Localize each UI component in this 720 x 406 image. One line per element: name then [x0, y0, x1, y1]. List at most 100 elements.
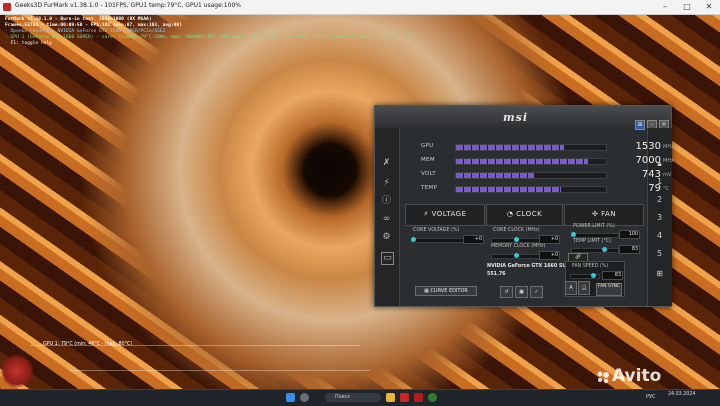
maximize-button[interactable]: □: [676, 0, 698, 14]
profile-3[interactable]: 3: [654, 212, 665, 223]
kombustor-icon[interactable]: ✗: [381, 158, 392, 169]
monitor-icon[interactable]: ▭: [381, 252, 394, 265]
furmark-logo: [0, 354, 34, 388]
monitor-unit: mV: [663, 172, 672, 178]
slider-knob[interactable]: [571, 232, 576, 237]
memory-clock-label: MEMORY CLOCK (MHz): [491, 244, 546, 249]
search-icon[interactable]: [300, 393, 309, 402]
monitor-fill: [456, 173, 534, 178]
left-toolbar: ✗ ⚡ ⓘ ∞ ⚙ ▭: [375, 128, 400, 306]
monitor-fill: [456, 187, 561, 192]
link-icon[interactable]: ∞: [381, 214, 392, 225]
slider-knob[interactable]: [514, 253, 519, 258]
start-icon[interactable]: [286, 393, 295, 402]
voltage-title: ⚡ VOLTAGE: [423, 210, 467, 218]
monitor-fill: [456, 145, 564, 150]
voltage-panel-header: ⚡ VOLTAGE: [405, 204, 485, 226]
monitor-value: 743: [641, 169, 661, 180]
voltage-label: VOLTAGE: [431, 210, 467, 218]
temperature-graph-label: GPU 1: 79°C (min: 46°C - max: 80°C): [43, 342, 133, 347]
monitor-bar: [455, 172, 607, 179]
windows-logo-icon[interactable]: ⊞: [654, 268, 665, 279]
furmark-osd: FurMark v1.38.1.0 - Burn-in test, 1920x1…: [5, 17, 417, 47]
power-limit-slider[interactable]: [571, 232, 619, 238]
save-button[interactable]: ▣: [515, 286, 528, 298]
window-titlebar[interactable]: Geeks3D FurMark v1.38.1.0 - 101FPS, GPU1…: [0, 0, 720, 15]
settings-icon[interactable]: ⚙: [381, 232, 392, 243]
clock-panel-header: ◔ CLOCK: [486, 204, 563, 226]
fan-speed-value[interactable]: 83: [602, 271, 623, 280]
apply-button[interactable]: ✓: [530, 286, 543, 298]
slider-knob[interactable]: [514, 237, 519, 242]
afterburner-taskbar-icon[interactable]: [414, 393, 423, 402]
fan-speed-label: FAN SPEED (%): [572, 264, 609, 269]
slider-knob[interactable]: [411, 237, 416, 242]
monitor-value: 7000: [635, 155, 661, 166]
profile-2[interactable]: 2: [654, 194, 665, 205]
msi-afterburner-window[interactable]: msi ⊞ – ✕ ✗ ⚡ ⓘ ∞ ⚙ ▭ 🔒︎ 1 2 3 4 5 ⊞ GPU 1…: [374, 105, 674, 307]
clock[interactable]: 24.03.2024: [668, 392, 695, 398]
monitor-unit: MHz: [663, 158, 674, 164]
driver-version: 551.76: [487, 272, 506, 277]
monitor-value: 1530: [635, 141, 661, 152]
watermark-text: Avito: [612, 366, 662, 386]
language-indicator[interactable]: РУС: [646, 394, 656, 400]
info-icon[interactable]: ⓘ: [381, 196, 392, 207]
power-limit-value[interactable]: 100: [619, 230, 640, 239]
reset-button[interactable]: ↺: [500, 286, 513, 298]
monitor-label: MEM: [421, 157, 435, 163]
memory-clock-slider[interactable]: [491, 253, 541, 259]
windows-icon[interactable]: ⊞: [635, 120, 645, 130]
profile-5[interactable]: 5: [654, 248, 665, 259]
fan-label: FAN: [601, 210, 616, 218]
curve-editor-label: CURVE EDITOR: [430, 288, 468, 294]
curve-editor-button[interactable]: ▦ CURVE EDITOR: [415, 286, 477, 296]
minimize-button[interactable]: –: [654, 0, 676, 14]
file-explorer-icon[interactable]: [386, 393, 395, 402]
profile-4[interactable]: 4: [654, 230, 665, 241]
search-box[interactable]: Поиск: [325, 393, 381, 402]
app-taskbar-icon[interactable]: [428, 393, 437, 402]
temperature-graph-line: [70, 370, 370, 371]
fan-sync-button[interactable]: FAN SYNC: [596, 283, 622, 296]
date: 24.03.2024: [668, 392, 696, 397]
core-voltage-value[interactable]: +0: [463, 235, 484, 244]
memory-clock-value[interactable]: +0: [539, 251, 560, 260]
furmark-taskbar-icon[interactable]: [400, 393, 409, 402]
gpu-name: NVIDIA GeForce GTX 1660 SUPER: [487, 264, 577, 269]
monitor-bar: [455, 186, 607, 193]
temperature-graph: [30, 345, 360, 391]
furmark-app-icon: [3, 3, 11, 11]
slider-knob[interactable]: [591, 273, 596, 278]
msi-logo: msi: [503, 111, 529, 124]
monitor-bar: [455, 158, 607, 165]
monitor-label: VOLT: [421, 171, 436, 177]
window-title: Geeks3D FurMark v1.38.1.0 - 101FPS, GPU1…: [15, 2, 241, 9]
osd-line: - GPU 1 (GeForce GTX 1660 SUPER) - core:…: [5, 35, 418, 40]
fan-panel-header: ✣ FAN: [564, 204, 644, 226]
monitor-unit: °C: [663, 186, 669, 192]
monitor-label: GPU: [421, 143, 434, 149]
user-icon[interactable]: 👤︎: [578, 281, 590, 295]
core-clock-value[interactable]: +0: [539, 235, 560, 244]
power-limit-label: POWER LIMIT (%): [573, 224, 615, 229]
core-clock-slider[interactable]: [491, 237, 541, 243]
fan-speed-slider[interactable]: [570, 273, 600, 279]
core-voltage-label: CORE VOLTAGE (%): [413, 228, 460, 233]
avito-logo-icon: [597, 371, 609, 384]
monitor-fill: [456, 159, 588, 164]
osd-line: - F1: toggle help: [5, 41, 53, 46]
monitor-value: 79: [648, 183, 661, 194]
clock-title: ◔ CLOCK: [506, 210, 543, 218]
temp-limit-label: TEMP LIMIT (°C): [573, 239, 612, 244]
core-voltage-slider[interactable]: [411, 237, 465, 243]
fan-auto-button[interactable]: A: [565, 281, 577, 295]
close-button[interactable]: ✕: [698, 0, 720, 14]
slider-knob[interactable]: [602, 247, 607, 252]
clock-label: CLOCK: [516, 210, 543, 218]
afterburner-header[interactable]: msi ⊞ – ✕: [375, 106, 671, 130]
monitor-bar: [455, 144, 607, 151]
temp-limit-value[interactable]: 83: [619, 245, 640, 254]
avito-watermark: Avito: [597, 366, 662, 386]
scanner-icon[interactable]: ⚡: [381, 178, 392, 189]
